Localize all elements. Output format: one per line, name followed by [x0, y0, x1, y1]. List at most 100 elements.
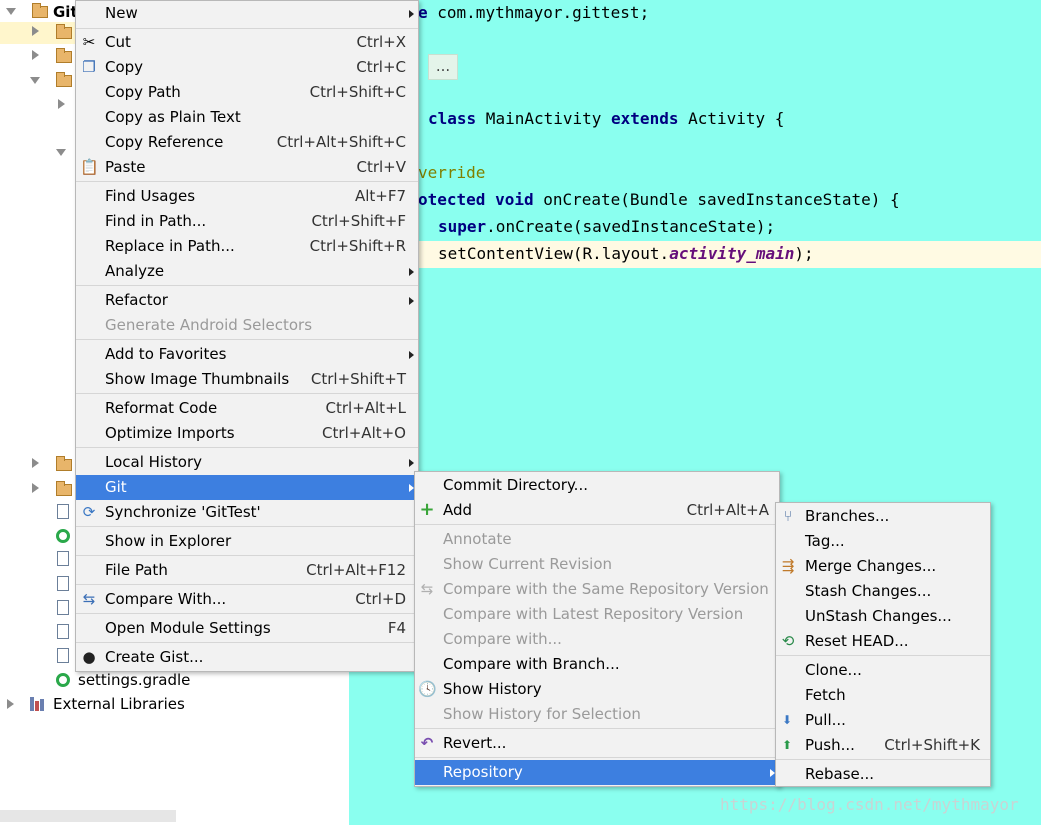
code-line-setcontentview: setContentView(R.layout.activity_main); — [438, 244, 814, 263]
menu-item-reformat-code[interactable]: Reformat Code Ctrl+Alt+L — [76, 396, 418, 421]
menu-item-file-path[interactable]: File Path Ctrl+Alt+F12 — [76, 558, 418, 583]
menu-item-add-to-favorites[interactable]: Add to Favorites — [76, 342, 418, 367]
expand-arrow-icon[interactable] — [32, 50, 39, 60]
folder-icon — [56, 72, 72, 87]
expand-arrow-icon[interactable] — [7, 699, 14, 709]
menu-item-local-history[interactable]: Local History — [76, 450, 418, 475]
menu-item-copy[interactable]: ❐ Copy Ctrl+C — [76, 55, 418, 80]
expand-arrow-icon[interactable] — [32, 483, 39, 493]
chart-file-icon — [57, 648, 69, 663]
menu-item-copy-path[interactable]: Copy Path Ctrl+Shift+C — [76, 80, 418, 105]
menu-item-generate-android-selectors: Generate Android Selectors — [105, 316, 313, 334]
menu-item-create-gist[interactable]: ● Create Gist... — [76, 645, 418, 670]
code-line-method: otected void onCreate(Bundle savedInstan… — [418, 190, 900, 209]
copy-icon: ❐ — [82, 58, 96, 76]
menu-item-refactor[interactable]: Refactor — [76, 288, 418, 313]
menu-item-find-in-path[interactable]: Find in Path... Ctrl+Shift+F — [76, 209, 418, 234]
menu-item-revert[interactable]: ↶ Revert... — [415, 731, 779, 756]
menu-item-replace-in-path[interactable]: Replace in Path... Ctrl+Shift+R — [76, 234, 418, 259]
github-icon: ● — [82, 648, 96, 666]
menu-item-compare-latest-repo-version: Compare with Latest Repository Version — [443, 605, 744, 623]
tree-item-external-libraries[interactable]: External Libraries — [0, 692, 270, 716]
menu-item-compare-with[interactable]: ⇆ Compare With... Ctrl+D — [76, 587, 418, 612]
menu-item-paste[interactable]: 📋 Paste Ctrl+V — [76, 155, 418, 180]
menu-item-analyze[interactable]: Analyze — [76, 259, 418, 284]
menu-item-compare-with-branch[interactable]: Compare with Branch... — [415, 652, 779, 677]
menu-item-stash-changes[interactable]: Stash Changes... — [776, 579, 990, 604]
expand-arrow-icon[interactable] — [58, 99, 65, 109]
menu-item-show-image-thumbnails[interactable]: Show Image Thumbnails Ctrl+Shift+T — [76, 367, 418, 392]
compare-icon: ⇆ — [420, 580, 434, 598]
menu-item-copy-plain-text[interactable]: Copy as Plain Text — [76, 105, 418, 130]
menu-item-cut[interactable]: ✂ Cut Ctrl+X — [76, 30, 418, 55]
menu-item-open-module-settings[interactable]: Open Module Settings F4 — [76, 616, 418, 641]
file-icon — [57, 600, 69, 615]
folder-icon — [56, 481, 72, 496]
expand-arrow-icon[interactable] — [32, 26, 39, 36]
menu-item-clone[interactable]: Clone... — [776, 658, 990, 683]
menu-item-show-history-selection: Show History for Selection — [443, 705, 641, 723]
menu-item-git[interactable]: Git — [76, 475, 418, 500]
menu-item-show-current-revision: Show Current Revision — [443, 555, 613, 573]
repository-submenu: ⑂ Branches... Tag... ⇶ Merge Changes... St… — [775, 502, 991, 787]
collapse-arrow-icon[interactable] — [30, 77, 40, 84]
context-menu: New ✂ Cut Ctrl+X ❐ Copy Ctrl+C Copy Path Ctrl… — [75, 0, 419, 672]
menu-item-pull[interactable]: ⬇ Pull... — [776, 708, 990, 733]
menu-item-copy-reference[interactable]: Copy Reference Ctrl+Alt+Shift+C — [76, 130, 418, 155]
menu-item-commit-directory[interactable]: Commit Directory... — [415, 473, 779, 498]
code-line-annotation: verride — [418, 163, 486, 182]
menu-item-optimize-imports[interactable]: Optimize Imports Ctrl+Alt+O — [76, 421, 418, 446]
history-icon: 🕓 — [418, 680, 437, 698]
menu-item-unstash-changes[interactable]: UnStash Changes... — [776, 604, 990, 629]
menu-item-branches[interactable]: ⑂ Branches... — [776, 504, 990, 529]
file-icon — [57, 551, 69, 566]
menu-item-push[interactable]: ⬆ Push... Ctrl+Shift+K — [776, 733, 990, 758]
folded-code-marker[interactable]: ... — [428, 54, 458, 80]
collapse-arrow-icon[interactable] — [56, 149, 66, 156]
menu-item-repository[interactable]: Repository — [415, 760, 779, 785]
folder-icon — [56, 456, 72, 471]
code-line-package: e com.mythmayor.gittest; — [418, 3, 650, 22]
reset-icon: ⟲ — [781, 632, 795, 650]
menu-item-tag[interactable]: Tag... — [776, 529, 990, 554]
vcs-pull-icon: ⬇ — [781, 713, 793, 727]
sync-icon: ⟳ — [82, 503, 96, 521]
menu-item-new[interactable]: New — [76, 1, 418, 26]
gradle-icon — [56, 673, 70, 687]
menu-item-compare-with: Compare with... — [443, 630, 562, 648]
folder-icon — [56, 24, 72, 39]
menu-item-synchronize[interactable]: ⟳ Synchronize 'GitTest' — [76, 500, 418, 525]
expand-arrow-icon[interactable] — [6, 8, 16, 15]
expand-arrow-icon[interactable] — [32, 458, 39, 468]
folder-icon — [56, 48, 72, 63]
menu-item-annotate: Annotate — [443, 530, 512, 548]
code-line-super: super.onCreate(savedInstanceState); — [438, 217, 776, 236]
compare-icon: ⇆ — [82, 590, 96, 608]
library-icon — [30, 697, 46, 711]
git-submenu: Commit Directory... + Add Ctrl+Alt+A Annot… — [414, 471, 780, 787]
merge-icon: ⇶ — [781, 557, 795, 575]
menu-item-show-history[interactable]: 🕓 Show History — [415, 677, 779, 702]
code-line-class: class MainActivity extends Activity { — [428, 109, 785, 128]
menu-item-rebase[interactable]: Rebase... — [776, 762, 990, 787]
vcs-push-icon: ⬆ — [781, 738, 793, 752]
chart-file-icon — [57, 576, 69, 591]
tree-root-label: Git — [53, 3, 78, 21]
tree-root-row[interactable]: Git — [0, 0, 78, 24]
paste-icon: 📋 — [80, 158, 99, 176]
menu-item-show-in-explorer[interactable]: Show in Explorer — [76, 529, 418, 554]
plus-icon: + — [419, 499, 435, 520]
menu-item-merge-changes[interactable]: ⇶ Merge Changes... — [776, 554, 990, 579]
module-folder-icon — [32, 3, 48, 18]
menu-item-find-usages[interactable]: Find Usages Alt+F7 — [76, 184, 418, 209]
menu-item-add[interactable]: + Add Ctrl+Alt+A — [415, 498, 779, 523]
scissors-icon: ✂ — [82, 33, 96, 51]
watermark: https://blog.csdn.net/mythmayor — [720, 795, 1019, 814]
gradle-icon — [56, 529, 70, 543]
menu-item-compare-same-repo-version: ⇆ Compare with the Same Repository Versio… — [415, 577, 779, 602]
menu-item-reset-head[interactable]: ⟲ Reset HEAD... — [776, 629, 990, 654]
menu-item-fetch[interactable]: Fetch — [776, 683, 990, 708]
file-icon — [57, 624, 69, 639]
horizontal-scrollbar[interactable] — [0, 810, 176, 822]
revert-icon: ↶ — [420, 734, 434, 752]
